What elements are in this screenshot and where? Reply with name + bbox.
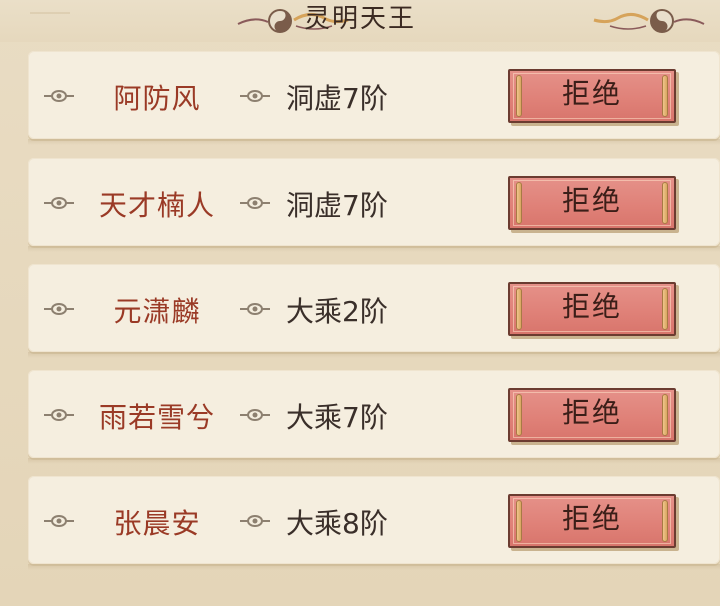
- list-item: 雨若雪兮 大乘7阶 拒绝: [28, 370, 720, 464]
- player-realm: 洞虚7阶: [286, 189, 388, 222]
- eye-bullet-icon: [240, 515, 270, 527]
- eye-bullet-icon: [240, 90, 270, 102]
- reject-button[interactable]: 拒绝: [508, 69, 676, 123]
- player-name: 阿防风: [113, 82, 201, 115]
- eye-bullet-icon: [240, 197, 270, 209]
- reject-button-label: 拒绝: [561, 502, 622, 535]
- eye-bullet-icon: [44, 409, 74, 421]
- reject-button-label: 拒绝: [561, 396, 622, 429]
- player-name: 雨若雪兮: [98, 401, 215, 434]
- player-realm: 大乘2阶: [286, 295, 388, 328]
- reject-button-label: 拒绝: [561, 184, 622, 217]
- player-name: 天才楠人: [98, 189, 215, 222]
- player-realm: 大乘7阶: [286, 401, 388, 434]
- reject-button-label: 拒绝: [561, 290, 622, 323]
- player-realm: 洞虚7阶: [286, 82, 388, 115]
- list-item: 元潇麟 大乘2阶 拒绝: [28, 264, 720, 358]
- list-item: 天才楠人 洞虚7阶 拒绝: [28, 158, 720, 252]
- eye-bullet-icon: [44, 197, 74, 209]
- reject-button[interactable]: 拒绝: [508, 494, 676, 548]
- player-name: 元潇麟: [113, 295, 201, 328]
- reject-button-label: 拒绝: [561, 77, 622, 110]
- eye-bullet-icon: [44, 515, 74, 527]
- list-item: 张晨安 大乘8阶 拒绝: [28, 476, 720, 570]
- eye-bullet-icon: [240, 303, 270, 315]
- eye-bullet-icon: [44, 90, 74, 102]
- eye-bullet-icon: [44, 303, 74, 315]
- reject-button[interactable]: 拒绝: [508, 176, 676, 230]
- player-realm: 大乘8阶: [286, 507, 388, 540]
- reject-button[interactable]: 拒绝: [508, 282, 676, 336]
- eye-bullet-icon: [240, 409, 270, 421]
- list-item: 阿防风 洞虚7阶 拒绝: [28, 51, 720, 145]
- request-list: 阿防风 洞虚7阶 拒绝 天才楠人 洞虚7阶 拒绝 元潇麟 大乘2阶 拒绝 雨若雪…: [0, 0, 720, 606]
- player-name: 张晨安: [113, 507, 201, 540]
- reject-button[interactable]: 拒绝: [508, 388, 676, 442]
